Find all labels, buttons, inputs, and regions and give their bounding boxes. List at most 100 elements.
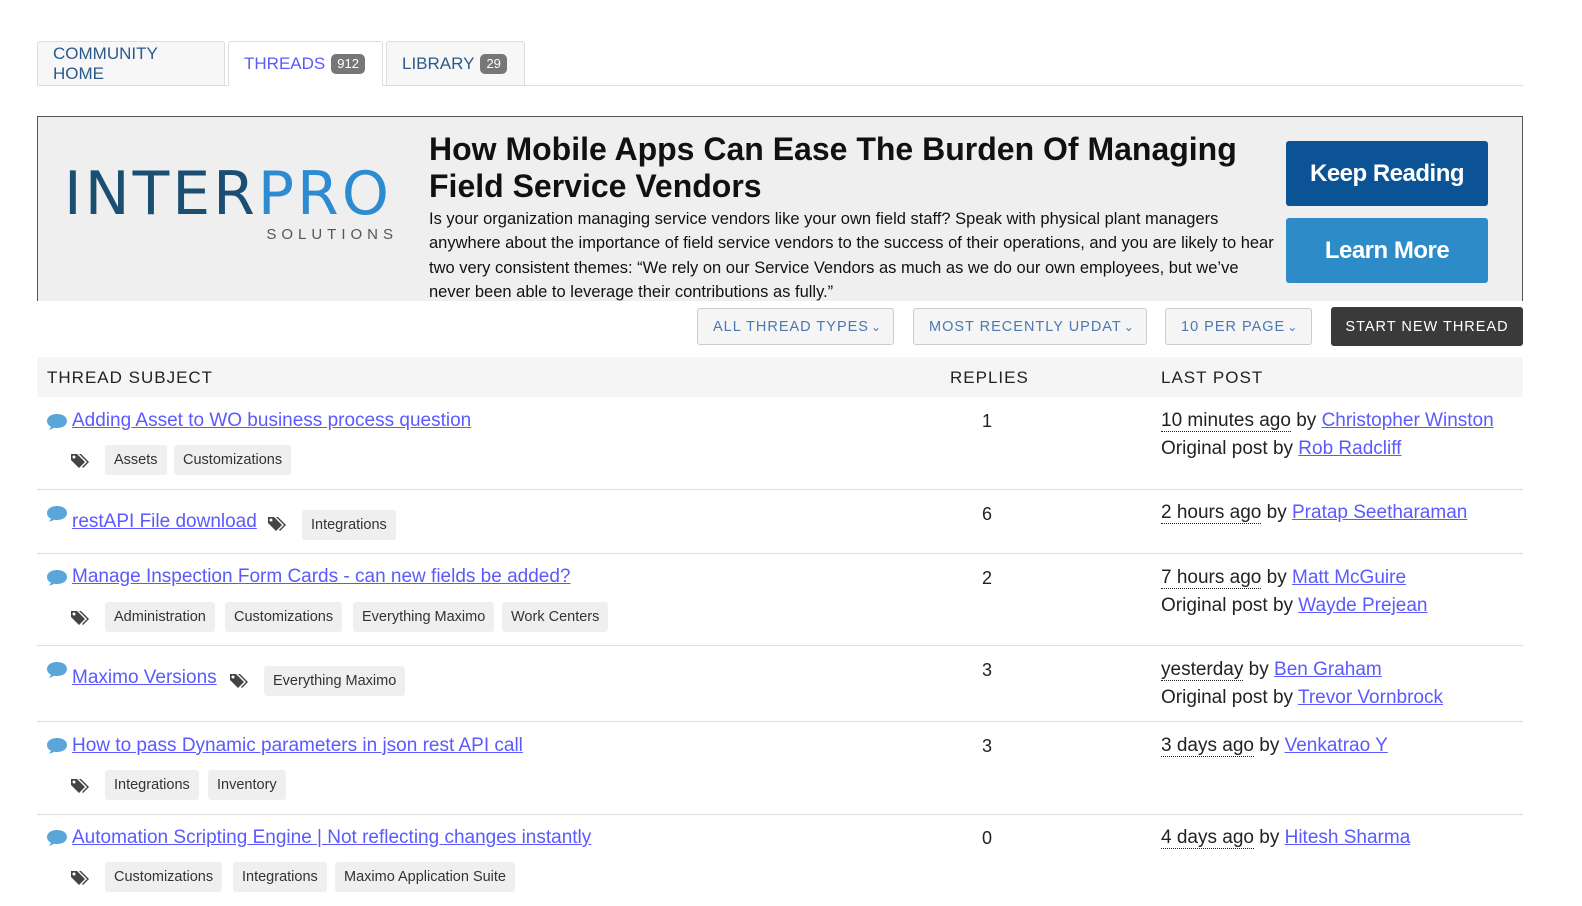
- post-time: 10 minutes ago: [1161, 410, 1291, 432]
- col-header-last-post: LAST POST: [1161, 368, 1264, 387]
- thread-tabs: COMMUNITY HOME THREADS 912 LIBRARY 29: [37, 41, 1523, 86]
- tab-label: LIBRARY: [402, 53, 475, 73]
- original-post-label: Original post by: [1161, 595, 1294, 616]
- tag-badge[interactable]: Integrations: [302, 510, 396, 540]
- post-time: 3 days ago: [1161, 735, 1254, 757]
- chat-bubble-icon: [46, 505, 68, 523]
- thread-type-dropdown[interactable]: ALL THREAD TYPES ⌄: [697, 308, 894, 345]
- user-link[interactable]: Ben Graham: [1274, 659, 1382, 680]
- user-link[interactable]: Venkatrao Y: [1285, 735, 1388, 756]
- tag-badge[interactable]: Customizations: [105, 862, 223, 892]
- post-time: 7 hours ago: [1161, 567, 1262, 589]
- tags-icon: [70, 777, 92, 795]
- user-link[interactable]: Matt McGuire: [1292, 567, 1406, 588]
- tag-badge[interactable]: Assets: [105, 445, 167, 475]
- tag-badge[interactable]: Customizations: [174, 445, 292, 475]
- table-row: Adding Asset to WO business process ques…: [37, 397, 1523, 490]
- tags-icon: [70, 869, 92, 887]
- user-link[interactable]: Christopher Winston: [1322, 410, 1494, 431]
- last-post-info: 3 days ago by Venkatrao Y: [1161, 732, 1388, 760]
- threads-count-badge: 912: [331, 54, 365, 74]
- tag-badge[interactable]: Work Centers: [502, 602, 609, 632]
- tag-badge[interactable]: Everything Maximo: [264, 666, 406, 696]
- logo-text-accent: PRO: [257, 159, 392, 229]
- logo-subtext: SOLUTIONS: [266, 226, 398, 243]
- user-link[interactable]: Trevor Vornbrock: [1298, 687, 1443, 708]
- table-row: Maximo Versions Everything Maximo 3 yest…: [37, 646, 1523, 722]
- user-link[interactable]: Hitesh Sharma: [1285, 827, 1411, 848]
- logo-text: INTER: [64, 159, 258, 229]
- chevron-down-icon: ⌄: [1123, 319, 1135, 334]
- tags-icon: [70, 452, 92, 470]
- reply-count: 1: [981, 411, 992, 431]
- tag-badge[interactable]: Everything Maximo: [353, 602, 495, 632]
- thread-title-link[interactable]: Automation Scripting Engine | Not reflec…: [72, 827, 591, 849]
- dropdown-value: MOST RECENTLY UPDAT: [929, 318, 1122, 335]
- chat-bubble-icon: [46, 569, 68, 587]
- chat-bubble-icon: [46, 737, 68, 755]
- by-label: by: [1259, 735, 1280, 756]
- thread-title-link[interactable]: Adding Asset to WO business process ques…: [72, 410, 471, 432]
- reply-count: 2: [981, 568, 992, 588]
- reply-count: 3: [981, 736, 992, 756]
- original-post-label: Original post by: [1161, 687, 1294, 708]
- promo-banner: INTERPRO SOLUTIONS How Mobile Apps Can E…: [37, 116, 1523, 301]
- keep-reading-button[interactable]: Keep Reading: [1286, 141, 1488, 206]
- thread-title-link[interactable]: Manage Inspection Form Cards - can new f…: [72, 566, 571, 588]
- col-header-replies: REPLIES: [950, 368, 1029, 387]
- sort-dropdown[interactable]: MOST RECENTLY UPDAT ⌄: [913, 308, 1147, 345]
- dropdown-value: 10 PER PAGE: [1181, 318, 1286, 335]
- by-label: by: [1296, 410, 1317, 431]
- by-label: by: [1266, 502, 1287, 523]
- table-row: restAPI File download Integrations 6 2 h…: [37, 490, 1523, 554]
- tab-library[interactable]: LIBRARY 29: [386, 41, 525, 85]
- thread-title-link[interactable]: How to pass Dynamic parameters in json r…: [72, 735, 523, 757]
- tag-badge[interactable]: Administration: [105, 602, 215, 632]
- chevron-down-icon: ⌄: [870, 319, 883, 334]
- last-post-info: 10 minutes ago by Christopher Winston Or…: [1161, 407, 1494, 463]
- tags-icon: [267, 515, 289, 533]
- interpro-logo: INTERPRO SOLUTIONS: [64, 162, 404, 252]
- post-time: yesterday: [1161, 659, 1244, 681]
- post-time: 4 days ago: [1161, 827, 1254, 849]
- library-count-badge: 29: [480, 53, 507, 74]
- chat-bubble-icon: [46, 661, 68, 679]
- tab-threads[interactable]: THREADS 912: [228, 41, 383, 86]
- user-link[interactable]: Rob Radcliff: [1298, 438, 1401, 459]
- thread-title-link[interactable]: Maximo Versions: [72, 667, 217, 689]
- by-label: by: [1259, 827, 1280, 848]
- tab-label: COMMUNITY HOME: [53, 43, 158, 83]
- chevron-down-icon: ⌄: [1287, 319, 1299, 334]
- table-header: THREAD SUBJECT REPLIES LAST POST: [37, 357, 1523, 397]
- original-post-label: Original post by: [1161, 438, 1294, 459]
- col-header-subject: THREAD SUBJECT: [47, 368, 214, 387]
- per-page-dropdown[interactable]: 10 PER PAGE ⌄: [1165, 308, 1312, 345]
- tag-badge[interactable]: Maximo Application Suite: [335, 862, 515, 892]
- tag-badge[interactable]: Integrations: [105, 770, 199, 800]
- tags-icon: [229, 672, 251, 690]
- last-post-info: 7 hours ago by Matt McGuire Original pos…: [1161, 564, 1428, 620]
- tag-badge[interactable]: Integrations: [233, 862, 327, 892]
- tab-label: THREADS: [244, 54, 326, 73]
- reply-count: 0: [981, 828, 992, 848]
- learn-more-button[interactable]: Learn More: [1286, 218, 1488, 283]
- thread-title-link[interactable]: restAPI File download: [72, 511, 257, 533]
- chat-bubble-icon: [46, 829, 68, 847]
- table-row: Automation Scripting Engine | Not reflec…: [37, 815, 1523, 906]
- last-post-info: yesterday by Ben Graham Original post by…: [1161, 656, 1443, 712]
- reply-count: 6: [981, 504, 992, 524]
- by-label: by: [1266, 567, 1287, 588]
- tag-badge[interactable]: Inventory: [208, 770, 286, 800]
- dropdown-value: ALL THREAD TYPES: [713, 318, 869, 335]
- start-new-thread-button[interactable]: START NEW THREAD: [1331, 307, 1523, 346]
- reply-count: 3: [981, 660, 992, 680]
- by-label: by: [1248, 659, 1269, 680]
- user-link[interactable]: Pratap Seetharaman: [1292, 502, 1467, 523]
- banner-text: Is your organization managing service ve…: [429, 210, 1274, 301]
- last-post-info: 2 hours ago by Pratap Seetharaman: [1161, 499, 1467, 527]
- post-time: 2 hours ago: [1161, 502, 1262, 524]
- tab-community-home[interactable]: COMMUNITY HOME: [37, 41, 225, 85]
- tag-badge[interactable]: Customizations: [225, 602, 343, 632]
- chat-bubble-icon: [46, 413, 68, 431]
- user-link[interactable]: Wayde Prejean: [1298, 595, 1427, 616]
